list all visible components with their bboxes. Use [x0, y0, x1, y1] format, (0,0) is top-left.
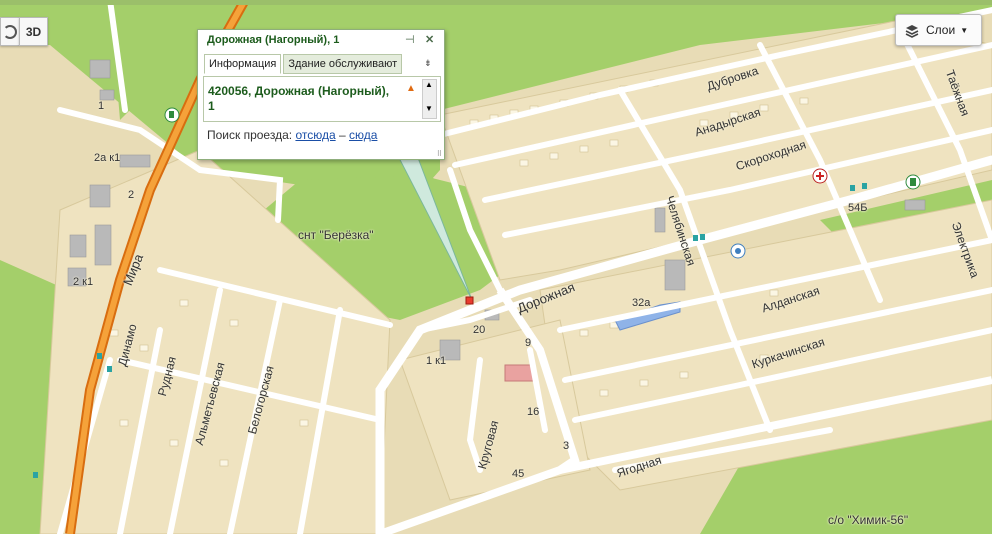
route-from-link[interactable]: отсюда [295, 128, 335, 142]
balloon-tabs: Информация Здание обслуживают ⇟ [204, 54, 432, 74]
info-balloon: Дорожная (Нагорный), 1 ⊣ ✕ Информация Зд… [197, 29, 445, 160]
fuel-icon[interactable] [164, 107, 180, 123]
hospital-icon[interactable] [812, 168, 828, 184]
compass-button[interactable] [0, 17, 19, 46]
tabs-menu-icon[interactable]: ⇟ [424, 54, 432, 74]
map-canvas[interactable] [0, 0, 992, 534]
map-controls: 3D [0, 17, 48, 46]
info-panel: 420056, Дорожная (Нагорный), 1 ▲ ▲ ▼ [203, 76, 441, 122]
mosque-icon[interactable] [730, 243, 746, 259]
pharmacy-icon[interactable] [905, 174, 921, 190]
location-marker[interactable] [465, 296, 474, 305]
tab-info[interactable]: Информация [204, 54, 282, 74]
balloon-title: Дорожная (Нагорный), 1 [207, 34, 340, 46]
chevron-down-icon: ▼ [960, 25, 969, 35]
scroll-up-icon[interactable]: ▲ [425, 80, 433, 89]
view-3d-button[interactable]: 3D [19, 17, 48, 46]
resize-handle-icon[interactable]: ⠿ [437, 150, 442, 158]
pin-icon[interactable]: ⊣ [405, 33, 415, 46]
info-scrollbar[interactable]: ▲ ▼ [422, 79, 437, 119]
tab-serving-building[interactable]: Здание обслуживают [283, 54, 403, 74]
route-separator: – [338, 128, 346, 142]
layers-button[interactable]: Слои ▼ [895, 14, 982, 46]
map-top-strip [0, 0, 992, 5]
address-text: 420056, Дорожная (Нагорный), 1 [208, 84, 390, 113]
route-search: Поиск проезда: отсюда – сюда [207, 128, 377, 142]
route-to-link[interactable]: сюда [349, 128, 377, 142]
scroll-down-icon[interactable]: ▼ [425, 104, 433, 113]
close-icon[interactable]: ✕ [425, 33, 434, 46]
layers-icon [905, 24, 919, 38]
layers-label: Слои [926, 23, 956, 37]
compass-icon [3, 24, 17, 39]
warning-icon: ▲ [406, 83, 416, 94]
route-prefix: Поиск проезда: [207, 128, 293, 142]
